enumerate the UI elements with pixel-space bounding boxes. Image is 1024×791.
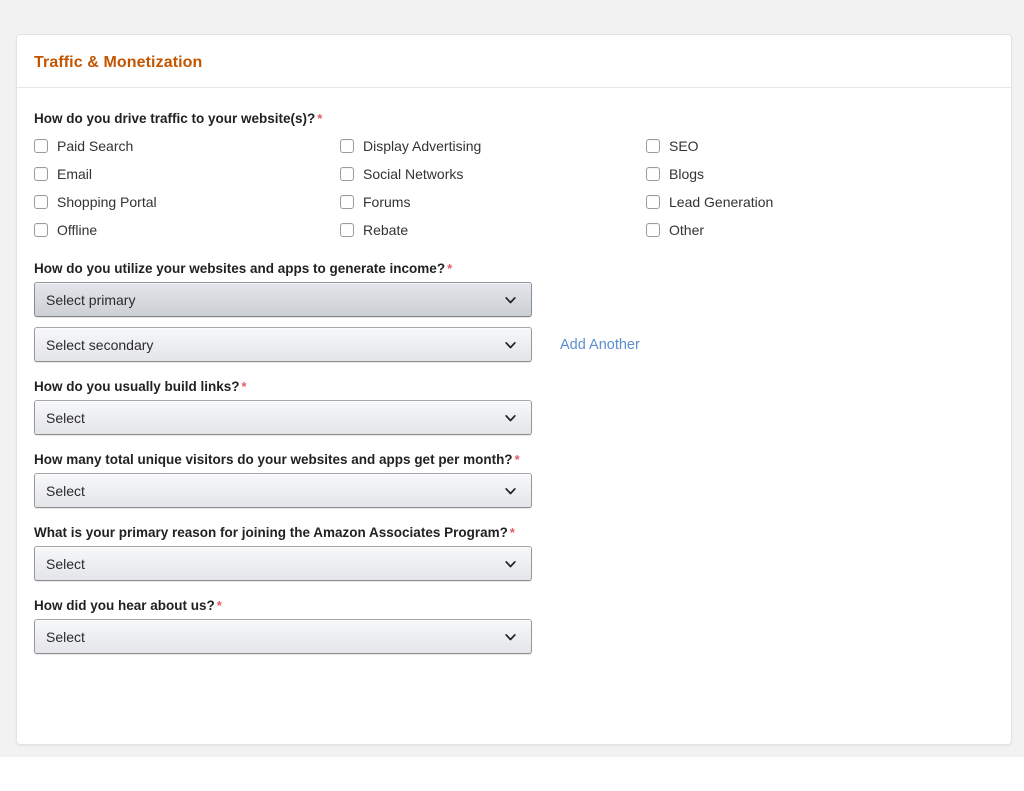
- checkbox-label: Rebate: [363, 221, 408, 239]
- field-traffic: How do you drive traffic to your website…: [34, 110, 1011, 244]
- checkbox-display-advertising[interactable]: Display Advertising: [340, 132, 646, 160]
- field-label-build-links: How do you usually build links?*: [34, 378, 1011, 396]
- select-value: Select secondary: [35, 336, 153, 354]
- select-value: Select: [35, 555, 85, 573]
- checkbox-blogs[interactable]: Blogs: [646, 160, 1011, 188]
- select-value: Select: [35, 628, 85, 646]
- required-asterisk: *: [513, 452, 520, 467]
- checkbox-label: Lead Generation: [669, 193, 773, 211]
- checkbox-label: Other: [669, 221, 704, 239]
- checkbox-icon[interactable]: [34, 195, 48, 209]
- checkbox-email[interactable]: Email: [34, 160, 340, 188]
- field-label-visitors: How many total unique visitors do your w…: [34, 451, 1011, 469]
- card-body: How do you drive traffic to your website…: [17, 88, 1011, 654]
- checkbox-label: Offline: [57, 221, 97, 239]
- monetization-secondary-row: Select secondary Add Another: [34, 327, 1011, 362]
- checkbox-icon[interactable]: [646, 139, 660, 153]
- checkbox-label: Shopping Portal: [57, 193, 157, 211]
- checkbox-icon[interactable]: [34, 167, 48, 181]
- checkbox-label: Social Networks: [363, 165, 463, 183]
- checkbox-forums[interactable]: Forums: [340, 188, 646, 216]
- label-text: How do you usually build links?: [34, 379, 240, 394]
- checkbox-icon[interactable]: [340, 223, 354, 237]
- checkbox-seo[interactable]: SEO: [646, 132, 1011, 160]
- chevron-down-icon: [504, 338, 517, 351]
- field-visitors: How many total unique visitors do your w…: [34, 451, 1011, 508]
- required-asterisk: *: [215, 598, 222, 613]
- select-monetization-secondary[interactable]: Select secondary: [34, 327, 532, 362]
- field-build-links: How do you usually build links?* Select: [34, 378, 1011, 435]
- select-value: Select: [35, 409, 85, 427]
- checkbox-icon[interactable]: [340, 195, 354, 209]
- checkbox-group-traffic: Paid Search Display Advertising SEO Emai…: [34, 132, 1011, 244]
- select-hear-about[interactable]: Select: [34, 619, 532, 654]
- checkbox-social-networks[interactable]: Social Networks: [340, 160, 646, 188]
- checkbox-rebate[interactable]: Rebate: [340, 216, 646, 244]
- checkbox-icon[interactable]: [646, 167, 660, 181]
- checkbox-shopping-portal[interactable]: Shopping Portal: [34, 188, 340, 216]
- field-label-reason: What is your primary reason for joining …: [34, 524, 1011, 542]
- add-another-link[interactable]: Add Another: [560, 336, 640, 354]
- select-visitors[interactable]: Select: [34, 473, 532, 508]
- checkbox-other[interactable]: Other: [646, 216, 1011, 244]
- checkbox-icon[interactable]: [340, 167, 354, 181]
- select-build-links[interactable]: Select: [34, 400, 532, 435]
- field-label-traffic: How do you drive traffic to your website…: [34, 110, 1011, 128]
- required-asterisk: *: [315, 111, 322, 126]
- select-value: Select: [35, 482, 85, 500]
- checkbox-icon[interactable]: [34, 223, 48, 237]
- chevron-down-icon: [504, 630, 517, 643]
- spacer: [34, 317, 1011, 327]
- checkbox-offline[interactable]: Offline: [34, 216, 340, 244]
- checkbox-label: Email: [57, 165, 92, 183]
- checkbox-label: SEO: [669, 137, 699, 155]
- traffic-monetization-card: Traffic & Monetization How do you drive …: [16, 34, 1012, 745]
- chevron-down-icon: [504, 557, 517, 570]
- checkbox-label: Blogs: [669, 165, 704, 183]
- chevron-down-icon: [504, 293, 517, 306]
- checkbox-label: Forums: [363, 193, 410, 211]
- select-monetization-primary[interactable]: Select primary: [34, 282, 532, 317]
- field-reason: What is your primary reason for joining …: [34, 524, 1011, 581]
- checkbox-label: Display Advertising: [363, 137, 481, 155]
- label-text: How do you drive traffic to your website…: [34, 111, 315, 126]
- checkbox-icon[interactable]: [646, 223, 660, 237]
- label-text: How did you hear about us?: [34, 598, 215, 613]
- field-label-monetization: How do you utilize your websites and app…: [34, 260, 1011, 278]
- checkbox-icon[interactable]: [340, 139, 354, 153]
- checkbox-icon[interactable]: [646, 195, 660, 209]
- checkbox-icon[interactable]: [34, 139, 48, 153]
- checkbox-paid-search[interactable]: Paid Search: [34, 132, 340, 160]
- checkbox-label: Paid Search: [57, 137, 133, 155]
- field-hear-about: How did you hear about us?* Select: [34, 597, 1011, 654]
- chevron-down-icon: [504, 484, 517, 497]
- checkbox-lead-generation[interactable]: Lead Generation: [646, 188, 1011, 216]
- chevron-down-icon: [504, 411, 517, 424]
- select-reason[interactable]: Select: [34, 546, 532, 581]
- required-asterisk: *: [240, 379, 247, 394]
- page-title: Traffic & Monetization: [34, 54, 1011, 72]
- required-asterisk: *: [445, 261, 452, 276]
- field-monetization: How do you utilize your websites and app…: [34, 260, 1011, 362]
- label-text: How many total unique visitors do your w…: [34, 452, 513, 467]
- required-asterisk: *: [508, 525, 515, 540]
- label-text: What is your primary reason for joining …: [34, 525, 508, 540]
- card-header: Traffic & Monetization: [17, 35, 1011, 88]
- field-label-hear-about: How did you hear about us?*: [34, 597, 1011, 615]
- select-value: Select primary: [35, 291, 135, 309]
- label-text: How do you utilize your websites and app…: [34, 261, 445, 276]
